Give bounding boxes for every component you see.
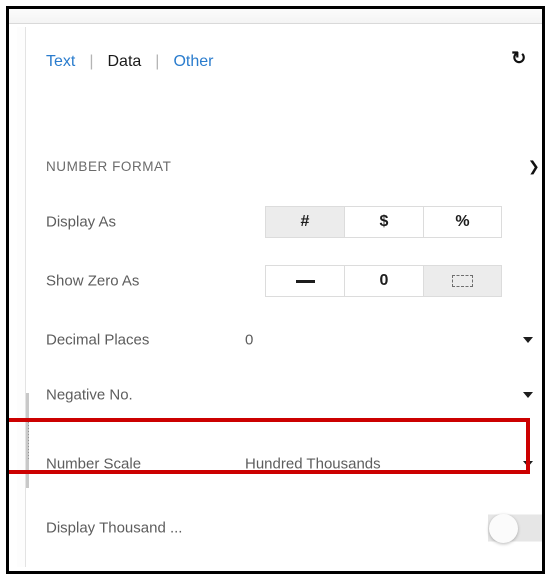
row-display-thousand: Display Thousand ...	[29, 505, 542, 551]
show-zero-as-segmented-control: 0	[265, 265, 502, 297]
display-as-segmented-control: # $ %	[265, 206, 502, 238]
display-thousand-toggle[interactable]	[488, 513, 542, 543]
toggle-knob	[489, 513, 518, 543]
settings-panel-frame: Text | Data | Other ↻ › NUMBER FORMAT ❯ …	[6, 6, 545, 574]
header-actions: ↻ ›	[511, 49, 542, 67]
reset-icon[interactable]: ↻	[511, 49, 526, 67]
panel-edge-divider	[25, 27, 26, 567]
tab-text[interactable]: Text	[46, 53, 75, 71]
number-scale-label: Number Scale	[46, 455, 142, 473]
decimal-places-label: Decimal Places	[46, 331, 150, 349]
number-scale-value: Hundred Thousands	[245, 455, 381, 473]
row-decimal-places[interactable]: Decimal Places 0	[29, 317, 542, 363]
number-format-section-header: NUMBER FORMAT ❯	[46, 158, 542, 180]
tab-bar: Text | Data | Other	[29, 47, 542, 77]
display-as-label: Display As	[46, 213, 117, 231]
decimal-places-value: 0	[245, 331, 254, 349]
chevron-right-icon[interactable]: ›	[542, 50, 545, 67]
number-format-button[interactable]: #	[265, 206, 344, 238]
tab-separator-1: |	[89, 53, 94, 70]
number-scale-dropdown-caret-icon[interactable]	[523, 461, 533, 467]
zero-digit-button[interactable]: 0	[344, 265, 423, 297]
chevron-down-icon[interactable]: ❯	[528, 158, 540, 175]
settings-content-panel: Text | Data | Other ↻ › NUMBER FORMAT ❯ …	[29, 27, 542, 571]
tab-other[interactable]: Other	[173, 53, 213, 71]
show-zero-as-label: Show Zero As	[46, 272, 140, 290]
display-thousand-label: Display Thousand ...	[46, 519, 183, 537]
currency-format-button[interactable]: $	[344, 206, 423, 238]
dash-icon	[295, 279, 315, 283]
row-number-scale[interactable]: Number Scale Hundred Thousands	[29, 441, 542, 487]
blank-zero-button[interactable]	[423, 265, 502, 297]
section-title: NUMBER FORMAT	[46, 159, 172, 174]
row-show-zero-as: Show Zero As 0	[29, 258, 542, 304]
tab-separator-2: |	[155, 53, 160, 70]
row-negative-no[interactable]: Negative No.	[29, 372, 542, 418]
decimal-places-dropdown-caret-icon[interactable]	[523, 337, 533, 343]
tab-data[interactable]: Data	[108, 53, 142, 71]
negative-no-label: Negative No.	[46, 386, 133, 404]
percent-format-button[interactable]: %	[423, 206, 502, 238]
negative-no-dropdown-caret-icon[interactable]	[523, 392, 533, 398]
row-display-as: Display As # $ %	[29, 199, 542, 245]
blank-rectangle-icon	[452, 275, 473, 287]
window-top-strip	[9, 9, 542, 24]
dash-zero-button[interactable]	[265, 265, 344, 297]
